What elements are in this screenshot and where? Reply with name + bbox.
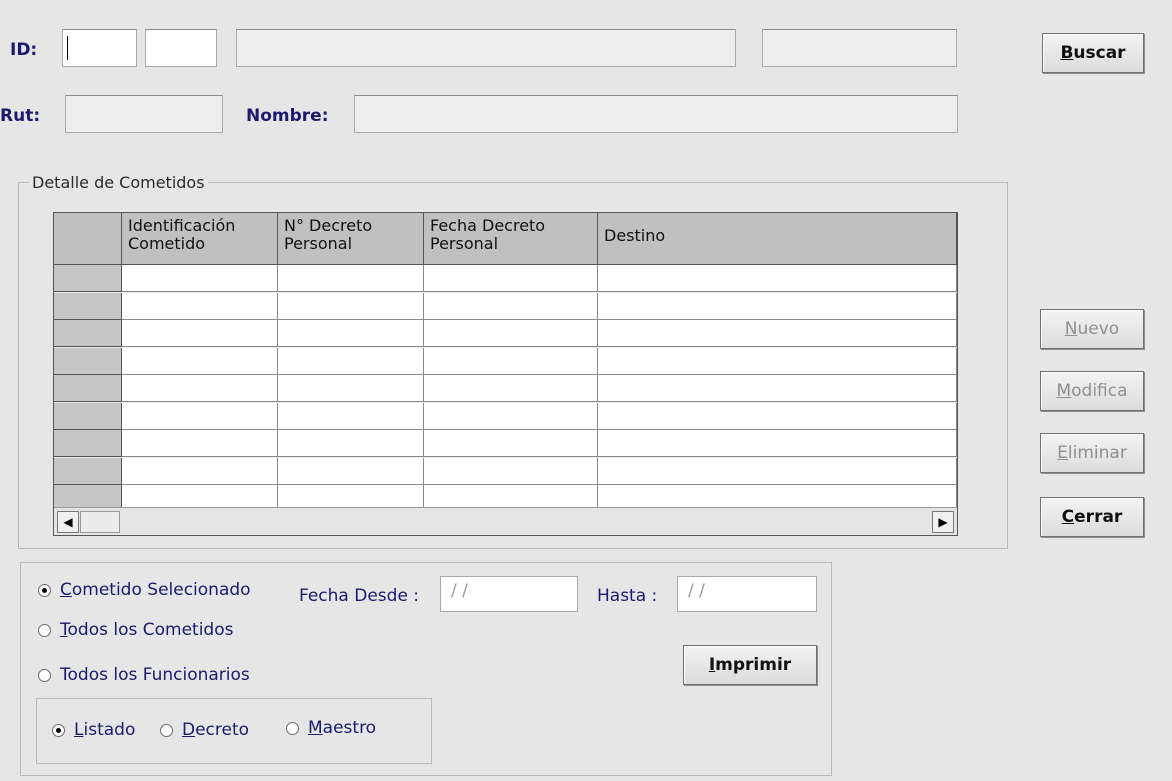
hasta-input[interactable]: / /: [677, 576, 817, 612]
grid-cell[interactable]: [122, 347, 278, 375]
radio-listado[interactable]: Listado: [52, 720, 135, 740]
radio-cometido-selecionado[interactable]: Cometido Selecionado: [38, 580, 251, 600]
grid-row-header[interactable]: [54, 265, 122, 292]
radio-maestro[interactable]: Maestro: [286, 718, 376, 738]
nombre-field[interactable]: [354, 95, 958, 133]
grid-cell[interactable]: [122, 457, 278, 485]
grid-cell[interactable]: [424, 292, 598, 320]
grid-cell[interactable]: [598, 402, 957, 430]
grid-cell[interactable]: [598, 265, 957, 292]
column-header-identificacion[interactable]: Identificación Cometido: [122, 213, 278, 265]
radio-unchecked-icon: [160, 723, 173, 737]
column-header-n-decreto[interactable]: N° Decreto Personal: [278, 213, 424, 265]
rut-label: Rut:: [0, 106, 41, 126]
fecha-desde-label: Fecha Desde :: [299, 586, 420, 606]
grid-cell[interactable]: [424, 265, 598, 292]
buscar-button[interactable]: Buscar: [1042, 33, 1144, 73]
radio-checked-icon: [38, 583, 51, 597]
grid-cell[interactable]: [598, 292, 957, 320]
id-field-1[interactable]: [62, 29, 137, 67]
grid-cell[interactable]: [424, 375, 598, 402]
grid-cell[interactable]: [278, 402, 424, 430]
fecha-desde-input[interactable]: / /: [440, 576, 578, 612]
hasta-label: Hasta :: [597, 586, 658, 606]
grid-corner-header: [54, 213, 122, 265]
id-label: ID:: [10, 40, 38, 60]
eliminar-button[interactable]: Eliminar: [1040, 433, 1144, 473]
grid-cell[interactable]: [424, 430, 598, 457]
grid-cell[interactable]: [598, 347, 957, 375]
scroll-right-arrow-icon[interactable]: ▶: [932, 511, 954, 533]
column-header-destino[interactable]: Destino: [598, 213, 957, 265]
grid-row-header[interactable]: [54, 402, 122, 430]
grid-row-header[interactable]: [54, 347, 122, 375]
modifica-button[interactable]: Modifica: [1040, 371, 1144, 411]
grid-cell[interactable]: [122, 375, 278, 402]
grid-horizontal-scrollbar[interactable]: ◀ ▶: [54, 507, 957, 535]
grid-cell[interactable]: [424, 320, 598, 347]
imprimir-button[interactable]: Imprimir: [683, 645, 817, 685]
grid-cell[interactable]: [278, 347, 424, 375]
grid-row-header[interactable]: [54, 320, 122, 347]
id-field-2[interactable]: [145, 29, 217, 67]
cerrar-button[interactable]: Cerrar: [1040, 497, 1144, 537]
rut-field[interactable]: [65, 95, 223, 133]
nombre-label: Nombre:: [246, 106, 329, 126]
grid-cell[interactable]: [598, 375, 957, 402]
cometidos-grid[interactable]: Identificación Cometido N° Decreto Persona…: [53, 212, 958, 536]
nuevo-button[interactable]: Nuevo: [1040, 309, 1144, 349]
radio-decreto[interactable]: Decreto: [160, 720, 249, 740]
radio-unchecked-icon: [286, 721, 299, 735]
grid-cell[interactable]: [278, 430, 424, 457]
grid-cell[interactable]: [424, 402, 598, 430]
grid-cell[interactable]: [122, 320, 278, 347]
grid-cell[interactable]: [122, 402, 278, 430]
scroll-left-arrow-icon[interactable]: ◀: [57, 511, 79, 533]
grid-cell[interactable]: [424, 457, 598, 485]
grid-cell[interactable]: [122, 265, 278, 292]
column-header-fecha-decreto[interactable]: Fecha Decreto Personal: [424, 213, 598, 265]
grid-cell[interactable]: [278, 292, 424, 320]
grid-cell[interactable]: [278, 375, 424, 402]
scrollbar-thumb[interactable]: [80, 511, 120, 533]
grid-row-header[interactable]: [54, 430, 122, 457]
radio-unchecked-icon: [38, 623, 51, 637]
grid-row-header[interactable]: [54, 292, 122, 320]
grid-row-header[interactable]: [54, 375, 122, 402]
grid-cell[interactable]: [598, 430, 957, 457]
radio-checked-icon: [52, 723, 65, 737]
grid-cell[interactable]: [424, 347, 598, 375]
grid-cell[interactable]: [598, 457, 957, 485]
radio-todos-funcionarios[interactable]: Todos los Funcionarios: [38, 665, 250, 685]
id-extra-field[interactable]: [762, 29, 957, 67]
grid-cell[interactable]: [122, 292, 278, 320]
radio-unchecked-icon: [38, 668, 51, 682]
grid-cell[interactable]: [122, 430, 278, 457]
grid-cell[interactable]: [278, 457, 424, 485]
grid-row-header[interactable]: [54, 457, 122, 485]
grid-cell[interactable]: [278, 320, 424, 347]
detalle-cometidos-legend: Detalle de Cometidos: [32, 173, 205, 192]
grid-cell[interactable]: [598, 320, 957, 347]
grid-cell[interactable]: [278, 265, 424, 292]
id-description-field[interactable]: [236, 29, 736, 67]
radio-todos-cometidos[interactable]: Todos los Cometidos: [38, 620, 233, 640]
text-caret: [67, 36, 68, 60]
